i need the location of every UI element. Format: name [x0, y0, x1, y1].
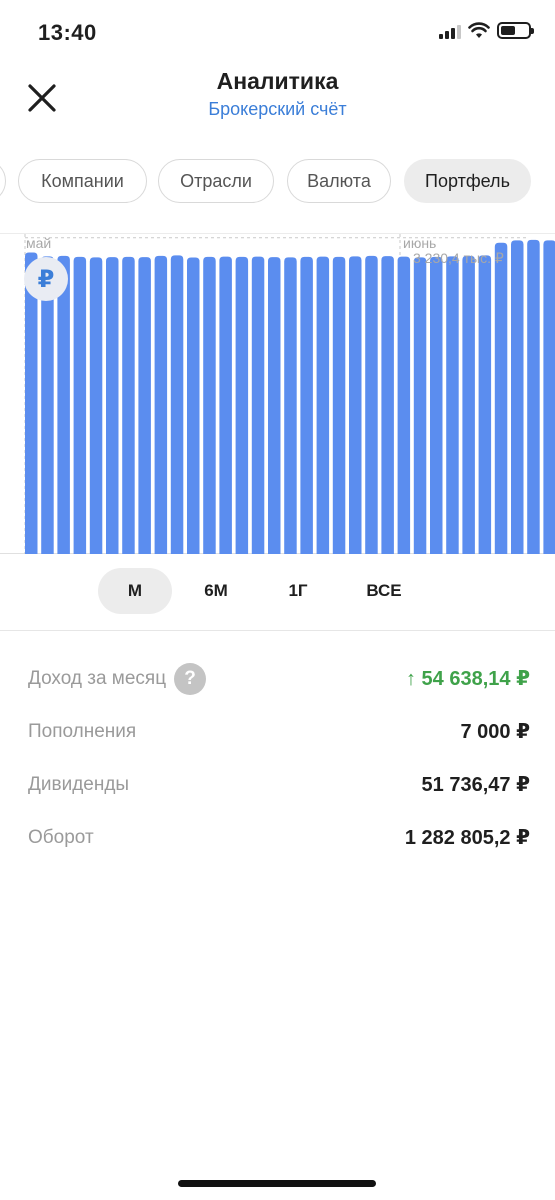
stat-value-income: ↑ 54 638,14 ₽ — [406, 666, 530, 691]
signal-icon — [439, 23, 461, 39]
chart-bar[interactable] — [478, 255, 492, 554]
month-label-may: май — [26, 235, 52, 251]
chart-bar[interactable] — [73, 256, 87, 554]
stat-row-income: Доход за месяц ? ↑ 54 638,14 ₽ — [28, 652, 530, 705]
chart-bar[interactable] — [494, 242, 508, 554]
ruble-icon: ₽ — [24, 257, 68, 301]
status-bar: 13:40 — [0, 0, 555, 70]
chart-bar[interactable] — [462, 255, 475, 554]
stat-label-turnover: Оборот — [28, 826, 94, 848]
home-indicator — [178, 1180, 376, 1187]
stat-row-deposits: Пополнения 7 000 ₽ — [28, 705, 530, 758]
stat-value-dividends: 51 736,47 ₽ — [421, 774, 530, 796]
page-title: Аналитика — [216, 68, 339, 94]
stat-label-deposits: Пополнения — [28, 720, 137, 742]
portfolio-chart[interactable]: май июнь 3 230,4 тыс. ₽ ₽ — [0, 233, 555, 554]
help-icon[interactable]: ? — [174, 662, 207, 695]
tab-industries[interactable]: Отрасли — [158, 159, 274, 203]
divider — [0, 630, 555, 631]
chart-bar[interactable] — [527, 239, 540, 554]
stat-value-turnover: 1 282 805,2 ₽ — [404, 827, 530, 849]
tab-currency[interactable]: Валюта — [287, 159, 391, 203]
period-1y[interactable]: 1Г — [261, 568, 335, 614]
stat-row-dividends: Дивиденды 51 736,47 ₽ — [28, 758, 530, 811]
chart-bar[interactable] — [284, 257, 297, 554]
chart-bar[interactable] — [106, 257, 119, 554]
header: Аналитика Брокерский счёт — [0, 62, 555, 132]
chart-bar[interactable] — [219, 256, 232, 554]
chart-bar[interactable] — [430, 256, 443, 554]
chart-bar[interactable] — [89, 257, 103, 554]
chart-bar[interactable] — [446, 256, 459, 554]
chart-bar[interactable] — [187, 257, 200, 554]
chart-bar[interactable] — [41, 256, 54, 554]
max-value-label: 3 230,4 тыс. ₽ — [413, 250, 504, 266]
chart-bar[interactable] — [154, 255, 168, 554]
chart-bar[interactable] — [381, 256, 394, 554]
chart-bar[interactable] — [300, 256, 313, 554]
chart-bar[interactable] — [138, 257, 151, 554]
chart-bar[interactable] — [316, 256, 330, 554]
stat-row-turnover: Оборот 1 282 805,2 ₽ — [28, 811, 530, 864]
stat-label-income-wrap: Доход за месяц ? — [28, 662, 207, 695]
arrow-up-icon: ↑ — [405, 668, 416, 690]
status-time: 13:40 — [38, 20, 97, 45]
income-amount: 54 638,14 ₽ — [421, 668, 530, 690]
chart-bar[interactable] — [203, 256, 216, 554]
period-month[interactable]: М — [98, 568, 172, 614]
wifi-icon — [468, 22, 490, 38]
stat-value-deposits: 7 000 ₽ — [460, 721, 530, 743]
chart-bar[interactable] — [543, 240, 555, 554]
tab-companies[interactable]: Компании — [18, 159, 147, 203]
chart-bar[interactable] — [397, 256, 411, 554]
page-subtitle[interactable]: Брокерский счёт — [0, 99, 555, 120]
period-6m[interactable]: 6М — [179, 568, 253, 614]
stat-label-dividends: Дивиденды — [28, 773, 130, 795]
chart-bar[interactable] — [349, 256, 362, 554]
period-all[interactable]: ВСЕ — [347, 568, 421, 614]
period-selector: М 6М 1Г ВСЕ — [0, 568, 555, 616]
stat-label-income: Доход за месяц — [28, 667, 167, 689]
status-icons — [439, 22, 534, 39]
tab-portfolio[interactable]: Портфель — [404, 159, 531, 203]
chart-svg — [24, 234, 555, 554]
chart-bar[interactable] — [413, 257, 427, 554]
chart-bar[interactable] — [170, 255, 184, 554]
chart-bar[interactable] — [235, 256, 249, 554]
category-tabs: Компании Отрасли Валюта Портфель — [0, 159, 555, 205]
month-label-june: июнь — [403, 235, 437, 251]
chart-bar[interactable] — [122, 256, 135, 554]
stats-list: Доход за месяц ? ↑ 54 638,14 ₽ Пополнени… — [28, 652, 530, 864]
tab-partial[interactable] — [0, 159, 6, 203]
chart-bar[interactable] — [511, 240, 524, 554]
battery-icon — [497, 22, 534, 39]
chart-bar[interactable] — [57, 255, 70, 554]
chart-bar[interactable] — [365, 255, 378, 554]
chart-bar[interactable] — [268, 257, 281, 554]
chart-bar[interactable] — [332, 256, 346, 554]
chart-bar[interactable] — [251, 256, 265, 554]
